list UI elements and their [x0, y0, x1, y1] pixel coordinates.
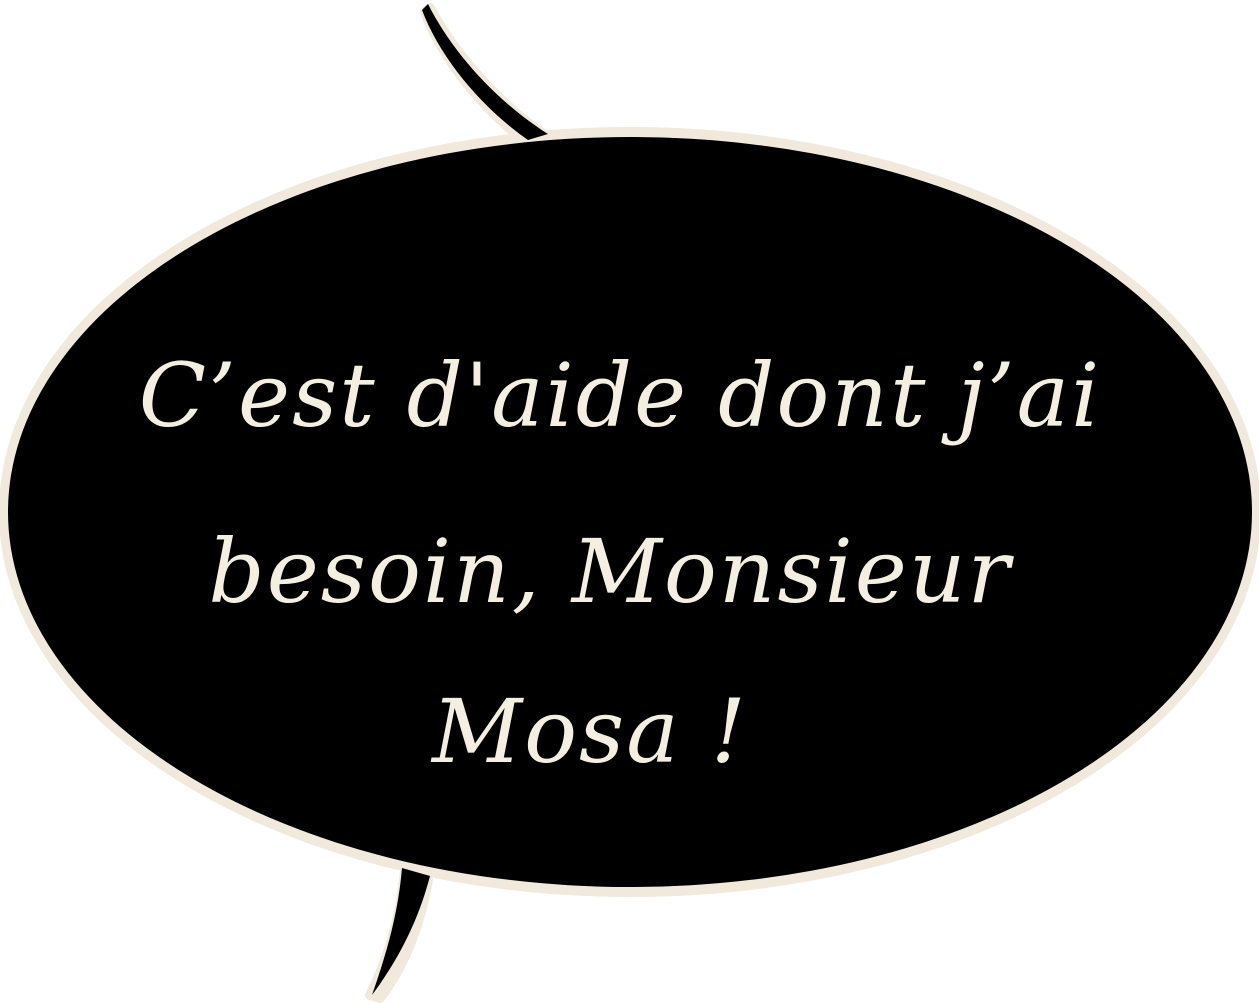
- speech-line-2: besoin, Monsieur: [208, 520, 1012, 623]
- speech-line-3: Mosa !: [431, 680, 749, 783]
- speech-line-1: C’est d'aide dont j’ai: [138, 344, 1102, 447]
- bubble-tail-bottom: [372, 868, 430, 995]
- speech-bubble: [0, 3, 1259, 1003]
